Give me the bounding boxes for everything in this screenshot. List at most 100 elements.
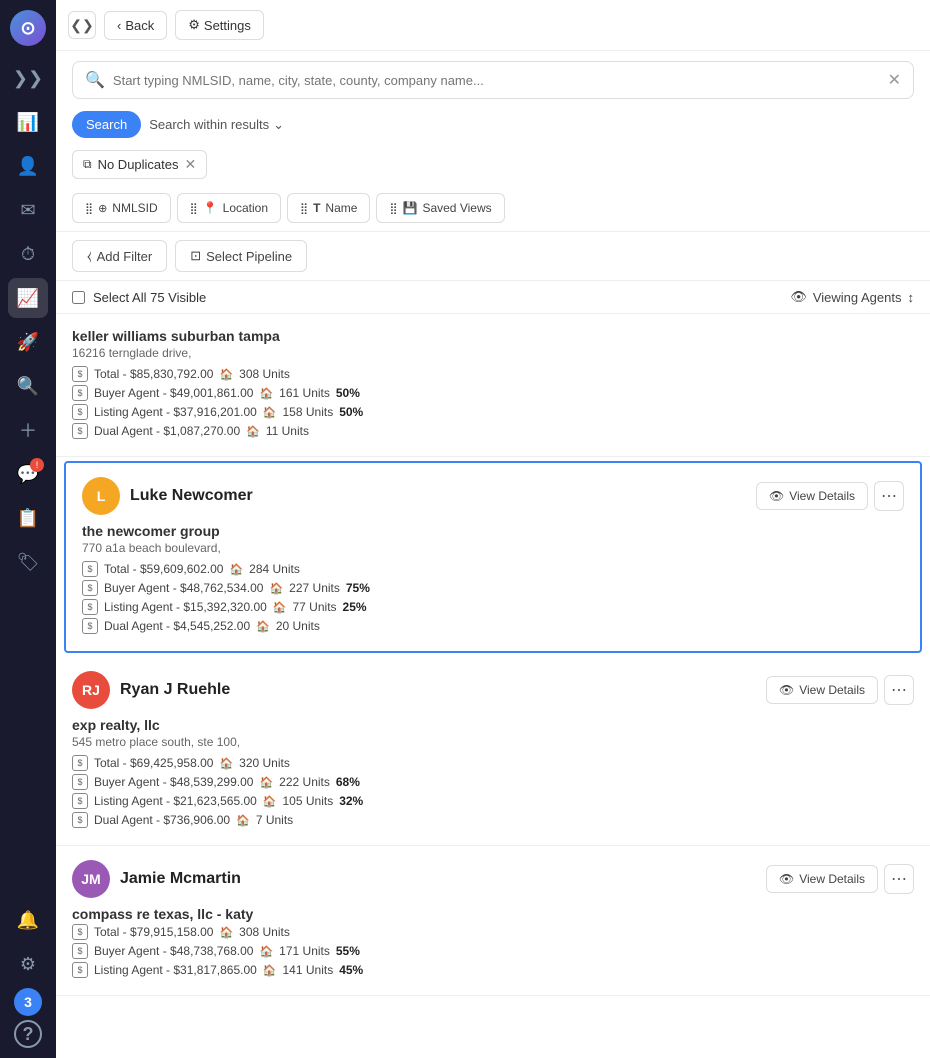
search-tab[interactable]: Search [72,111,141,138]
viewing-agents-button[interactable]: 👁 Viewing Agents ↕ [790,289,914,305]
column-tabs: ⣿ ⊕ NMLSID ⣿ 📍 Location ⣿ T Name ⣿ 💾 Sav… [56,185,930,232]
luke-stat-total-units: 284 Units [249,562,300,576]
ryan-stat-dual-units: 7 Units [256,813,293,827]
location-pin-icon: 📍 [203,201,218,215]
dollar-icon-jamie-buyer: $ [72,943,88,959]
search-within-label: Search within results [149,117,269,132]
sidebar-item-help[interactable]: ? [14,1020,42,1048]
ryan-actions: 👁 View Details ⋯ [766,675,914,705]
ryan-stat-buyer-units: 222 Units [279,775,330,789]
jamie-stat-listing-label: Listing Agent - $31,817,865.00 [94,963,257,977]
home-icon-kw-listing: 🏠 [263,406,277,419]
jamie-view-details-button[interactable]: 👁 View Details [766,865,878,893]
jamie-stat-buyer-units: 171 Units [279,944,330,958]
viewing-agents-label: Viewing Agents [813,290,902,305]
location-grid-icon: ⣿ [190,202,198,215]
col-tab-name[interactable]: ⣿ T Name [287,193,370,223]
action-row: ⧼ Add Filter ⊡ Select Pipeline [56,232,930,281]
select-pipeline-label: Select Pipeline [206,249,292,264]
kw-stat-total: $ Total - $85,830,792.00 🏠 308 Units [72,366,914,382]
sidebar: ⊙ ❯❯ 📊 👤 ✉ ⏱ 📈 🚀 🔍 ＋ 💬 ! 📋 🏷 🔔 ⚙ 3 ? [0,0,56,1058]
add-filter-label: Add Filter [97,249,153,264]
luke-stat-dual-units: 20 Units [276,619,320,633]
search-within-btn[interactable]: Search within results ⌄ [149,117,284,133]
search-input[interactable] [113,73,880,88]
sidebar-item-inbox[interactable]: ✉ [8,190,48,230]
agent-card-ryan: RJ Ryan J Ruehle 👁 View Details ⋯ exp re… [56,657,930,846]
back-label: Back [125,18,154,33]
search-clear-icon[interactable]: ✕ [888,70,901,90]
kw-stat-total-units: 308 Units [239,367,290,381]
dollar-icon-jamie-listing: $ [72,962,88,978]
nmlsid-grid-icon: ⣿ [85,202,93,215]
ryan-stat-listing: $ Listing Agent - $21,623,565.00 🏠 105 U… [72,793,914,809]
sidebar-item-tags[interactable]: 🏷 [8,542,48,582]
dollar-icon-kw-buyer: $ [72,385,88,401]
ryan-view-details-button[interactable]: 👁 View Details [766,676,878,704]
search-bar-icon: 🔍 [85,70,105,90]
ryan-more-button[interactable]: ⋯ [884,675,914,705]
sidebar-item-analytics[interactable]: 📈 [8,278,48,318]
ryan-header: RJ Ryan J Ruehle 👁 View Details ⋯ [72,671,914,709]
luke-more-button[interactable]: ⋯ [874,481,904,511]
luke-stat-total-label: Total - $59,609,602.00 [104,562,223,576]
home-icon-ryan-total: 🏠 [219,757,233,770]
sidebar-item-docs[interactable]: 📋 [8,498,48,538]
sidebar-item-dashboard[interactable]: 📊 [8,102,48,142]
back-button[interactable]: ‹ Back [104,11,167,40]
jamie-stat-listing-pct: 45% [339,963,363,977]
luke-address: 770 a1a beach boulevard, [82,541,904,555]
search-container: 🔍 ✕ [56,51,930,105]
jamie-stat-buyer-pct: 55% [336,944,360,958]
dollar-icon-ryan-total: $ [72,755,88,771]
jamie-more-button[interactable]: ⋯ [884,864,914,894]
sidebar-item-contacts[interactable]: 👤 [8,146,48,186]
filters-row: ⧉ No Duplicates ✕ [56,144,930,185]
add-filter-button[interactable]: ⧼ Add Filter [72,240,167,272]
sidebar-item-badge-3[interactable]: 3 [14,988,42,1016]
kw-address: 16216 ternglade drive, [72,346,914,360]
ryan-stat-buyer-pct: 68% [336,775,360,789]
sidebar-collapse-btn[interactable]: ❯❯ [8,58,48,98]
remove-no-duplicates-button[interactable]: ✕ [185,156,197,173]
sidebar-item-bell[interactable]: 🔔 [8,900,48,940]
settings-gear-icon: ⚙ [188,17,200,33]
col-tab-nmlsid[interactable]: ⣿ ⊕ NMLSID [72,193,171,223]
select-all-checkbox[interactable] [72,291,85,304]
filter-icon: ⧼ [87,248,92,264]
agents-list: keller williams suburban tampa 16216 ter… [56,314,930,1058]
select-all-label[interactable]: Select All 75 Visible [72,290,206,305]
col-tab-saved-views[interactable]: ⣿ 💾 Saved Views [376,193,504,223]
duplicate-icon: ⧉ [83,157,92,172]
sidebar-item-chat[interactable]: 💬 ! [8,454,48,494]
ryan-address: 545 metro place south, ste 100, [72,735,914,749]
jamie-name: Jamie Mcmartin [120,870,241,888]
sidebar-item-search[interactable]: 🔍 [8,366,48,406]
agent-card-luke: L Luke Newcomer 👁 View Details ⋯ the new… [64,461,922,653]
nmlsid-sub-icon: ⊕ [98,202,107,215]
collapse-button[interactable]: ❮❯ [68,11,96,39]
home-icon-jamie-listing: 🏠 [263,964,277,977]
jamie-stat-listing-units: 141 Units [283,963,334,977]
home-icon-luke-listing: 🏠 [273,601,287,614]
kw-stat-dual-label: Dual Agent - $1,087,270.00 [94,424,240,438]
ryan-identity: RJ Ryan J Ruehle [72,671,230,709]
settings-button[interactable]: ⚙ Settings [175,10,264,40]
dollar-icon-ryan-buyer: $ [72,774,88,790]
home-icon-kw-dual: 🏠 [246,425,260,438]
name-t-icon: T [313,201,320,215]
saved-views-label: Saved Views [422,201,491,215]
jamie-stat-buyer-label: Buyer Agent - $48,738,768.00 [94,944,253,958]
jamie-stat-total-units: 308 Units [239,925,290,939]
sidebar-item-settings[interactable]: ⚙ [8,944,48,984]
col-tab-location[interactable]: ⣿ 📍 Location [177,193,281,223]
luke-stat-total: $ Total - $59,609,602.00 🏠 284 Units [82,561,904,577]
select-pipeline-button[interactable]: ⊡ Select Pipeline [175,240,307,272]
sidebar-item-rocket[interactable]: 🚀 [8,322,48,362]
sidebar-item-clock[interactable]: ⏱ [8,234,48,274]
luke-view-details-button[interactable]: 👁 View Details [756,482,868,510]
dollar-icon-kw-total: $ [72,366,88,382]
kw-stat-total-label: Total - $85,830,792.00 [94,367,213,381]
sidebar-item-add[interactable]: ＋ [8,410,48,450]
ryan-stat-total-label: Total - $69,425,958.00 [94,756,213,770]
